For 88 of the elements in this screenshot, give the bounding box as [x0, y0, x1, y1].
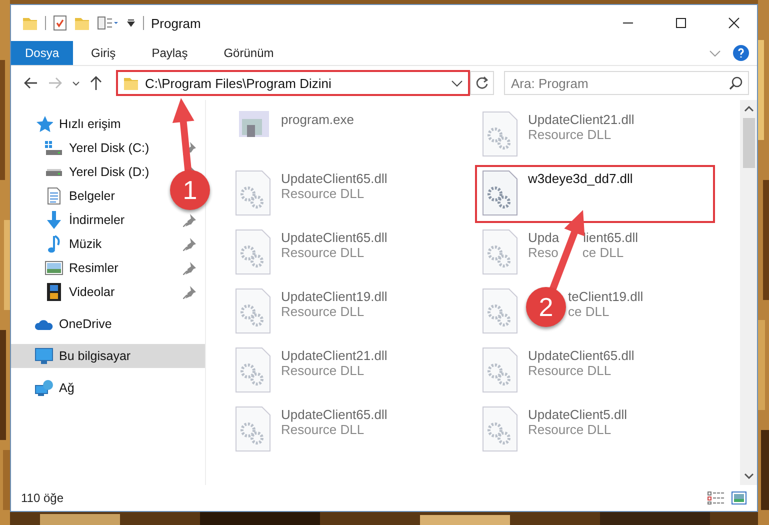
file-name: UpdateClient65.dll: [281, 230, 388, 245]
ribbon-tab[interactable]: Görünüm: [206, 41, 292, 65]
file-type: ce DLL: [568, 304, 610, 319]
file-name: UpdateClient21.dll: [281, 348, 388, 363]
refresh-button[interactable]: [470, 71, 494, 95]
sidebar-item[interactable]: Belgeler: [45, 185, 115, 207]
file-name: teClient19.dll: [568, 289, 644, 304]
view-list-icon[interactable]: [97, 16, 119, 30]
large-icons-view-icon[interactable]: [731, 491, 747, 505]
ribbon-tab[interactable]: Giriş: [73, 41, 134, 65]
gear-file-icon: [482, 170, 518, 216]
scroll-down-icon[interactable]: [744, 473, 754, 479]
file-type: Resource DLL: [528, 363, 612, 378]
help-icon[interactable]: [733, 45, 749, 61]
drive-icon: [45, 168, 63, 176]
sidebar-item[interactable]: Videolar: [45, 281, 115, 303]
file-name: UpdateClient19.dll: [281, 289, 388, 304]
music-note-icon: [48, 235, 60, 253]
gear-file-icon: [482, 347, 518, 393]
file-name: w3deye3d_dd7.dll: [528, 171, 633, 186]
file-name: UpdateClient65.dll: [281, 171, 388, 186]
item-count: 110 öğe: [21, 491, 64, 505]
chevron-down-icon[interactable]: [72, 80, 80, 86]
close-icon: [728, 17, 740, 29]
file-item[interactable]: w3deye3d_dd7.dll: [475, 165, 715, 223]
star-icon: [35, 116, 53, 132]
gear-file-icon: [482, 229, 518, 275]
up-arrow-icon[interactable]: [90, 76, 102, 90]
sidebar-item[interactable]: Hızlı erişim: [35, 113, 121, 135]
image-icon: [45, 261, 63, 275]
file-type: Resource DLL: [281, 363, 364, 378]
folder-icon: [22, 16, 38, 30]
cloud-icon: [35, 318, 53, 330]
back-arrow-icon[interactable]: [24, 77, 38, 89]
gear-file-icon: [235, 347, 271, 393]
sidebar-item[interactable]: Yerel Disk (D:): [45, 161, 150, 183]
file-type: Resource DLL: [281, 304, 364, 319]
gear-file-icon: [235, 406, 271, 452]
document-icon: [47, 187, 61, 205]
film-icon: [47, 283, 61, 301]
minimize-icon: [622, 22, 634, 24]
file-type: ce DLL: [582, 245, 624, 260]
file-name: UpdateClient21.dll: [528, 112, 634, 127]
gear-file-icon: [235, 288, 271, 334]
sidebar-item[interactable]: Bu bilgisayar: [11, 344, 205, 368]
monitor-icon: [35, 348, 53, 364]
maximize-icon: [675, 17, 687, 29]
file-type: Resource DLL: [528, 422, 612, 437]
file-name: UpdateClient5.dll: [528, 407, 628, 422]
ribbon-tab[interactable]: Dosya: [11, 41, 74, 65]
gear-file-icon: [235, 229, 271, 275]
file-type: Resource DLL: [281, 245, 364, 260]
details-view-icon[interactable]: [707, 491, 725, 505]
file-name: Upda: [528, 230, 560, 245]
file-name: lient65.dll: [583, 230, 638, 245]
search-icon[interactable]: [729, 76, 743, 90]
sidebar-item[interactable]: İndirmeler: [45, 209, 125, 231]
sidebar-item[interactable]: OneDrive: [35, 313, 112, 335]
dropdown-icon[interactable]: [126, 19, 136, 27]
address-field[interactable]: C:\Program Files\Program Dizini: [116, 70, 470, 96]
drive-icon: [45, 141, 63, 155]
folder-icon: [123, 76, 139, 90]
sidebar-item[interactable]: Ağ: [35, 377, 74, 399]
gear-file-icon: [482, 288, 518, 334]
refresh-icon: [475, 76, 489, 90]
file-name: UpdateClient65.dll: [281, 407, 388, 422]
sidebar-item[interactable]: Yerel Disk (C:): [45, 137, 150, 159]
file-type: Reso: [528, 245, 558, 260]
sidebar-item[interactable]: Müzik: [45, 233, 102, 255]
program-icon: [236, 111, 270, 137]
gear-file-icon: [482, 111, 518, 157]
checklist-icon[interactable]: [53, 15, 67, 31]
file-name: program.exe: [281, 112, 354, 127]
scroll-thumb[interactable]: [742, 118, 754, 168]
chevron-down-icon[interactable]: [451, 80, 463, 86]
down-arrow-icon: [46, 211, 62, 229]
file-type: Resource DLL: [281, 422, 364, 437]
file-type: Resource DLL: [281, 186, 364, 201]
sidebar-item[interactable]: Resimler: [45, 257, 118, 279]
gear-file-icon: [482, 406, 518, 452]
window-title: Program: [151, 16, 201, 30]
gear-file-icon: [235, 170, 271, 216]
file-name: UpdateClient65.dll: [528, 348, 634, 363]
network-icon: [35, 380, 53, 396]
search-field[interactable]: Ara: Program: [504, 71, 749, 95]
ribbon-tab[interactable]: Paylaş: [134, 41, 206, 65]
file-type: Resource DLL: [528, 127, 612, 142]
scroll-up-icon[interactable]: [744, 106, 754, 112]
